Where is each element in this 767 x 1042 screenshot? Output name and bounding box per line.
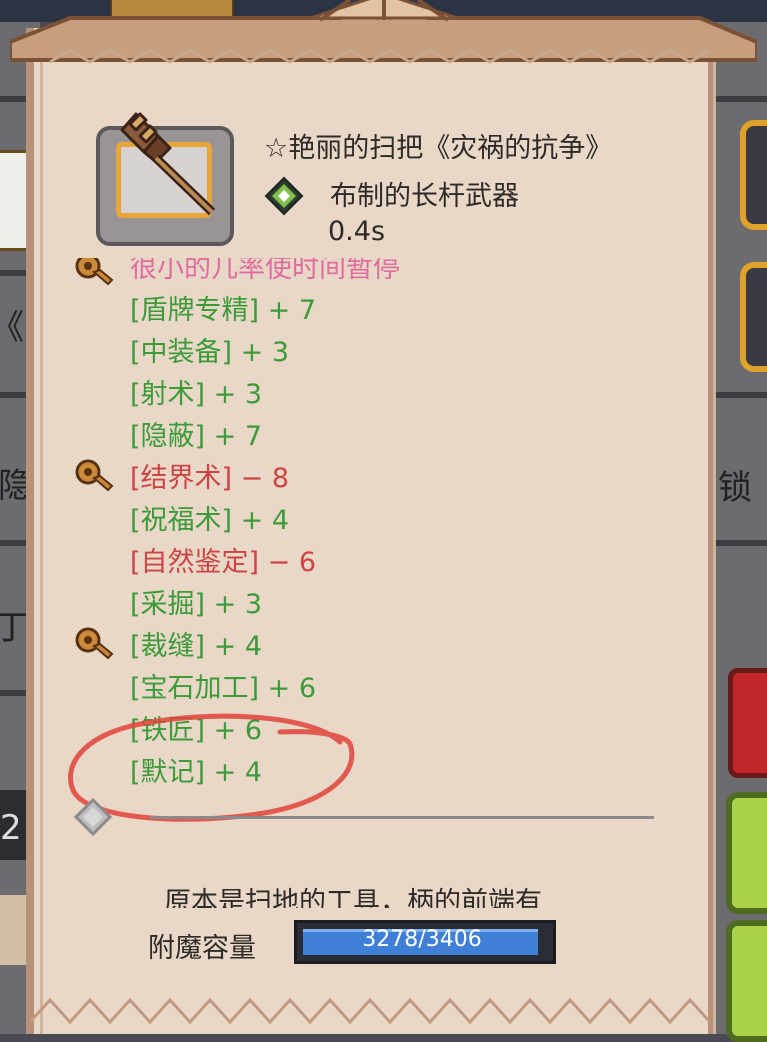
stat-effect-partial: 很小的几率使时间暂停 (130, 258, 400, 284)
item-type: 布制的长杆武器 (330, 181, 519, 212)
stat-line: [裁缝] + 4 (130, 631, 263, 662)
stats-list[interactable]: 很小的几率使时间暂停 [盾牌专精] + 7 [中装备] + 3 [射术] + 3 [隐… (60, 258, 700, 798)
divider-diamond-icon (74, 798, 112, 836)
background-glyph: 《 (0, 300, 24, 349)
background-gold-button (740, 120, 767, 230)
stat-line: [射术] + 3 (130, 379, 263, 410)
stat-line: [中装备] + 3 (130, 337, 290, 368)
stat-line: [宝石加工] + 6 (130, 673, 317, 704)
panel-bottom-ornament (30, 997, 710, 1025)
background-gold-button (740, 262, 767, 372)
item-description: 原本是扫地的工具，柄的前端有 (120, 876, 680, 908)
background-glyph: 丁 (0, 608, 28, 648)
enchant-capacity-label: 附魔容量 (148, 933, 256, 964)
background-divider (712, 96, 767, 102)
stat-line: [铁匠] + 6 (130, 715, 263, 746)
background-red-button (728, 668, 767, 778)
stat-line: [隐蔽] + 7 (130, 421, 263, 452)
background-green-button (726, 792, 767, 914)
background-glyph: 锁 (718, 468, 752, 508)
item-description-text: 原本是扫地的工具，柄的前端有 (164, 887, 542, 908)
stat-line: [采掘] + 3 (130, 589, 263, 620)
key-icon (75, 459, 114, 492)
background-green-button (726, 920, 767, 1042)
stat-line: [自然鉴定] − 6 (130, 547, 317, 578)
background-number: 2 (0, 808, 22, 848)
attack-speed: 0.4s (328, 216, 386, 247)
green-gem-icon (264, 176, 304, 216)
panel-roof-ornament (10, 0, 757, 64)
enchant-capacity-bar: 3278/3406 (294, 920, 556, 964)
item-title: ☆艳丽的扫把《灾祸的抗争》 (264, 133, 613, 164)
key-icon (75, 627, 114, 660)
background-divider (712, 392, 767, 398)
stat-line: [默记] + 4 (130, 757, 263, 788)
stat-line: [盾牌专精] + 7 (130, 295, 317, 326)
background-left-chip (0, 895, 28, 965)
stat-line: [祝福术] + 4 (130, 505, 290, 536)
key-icon (75, 258, 114, 286)
background-left-tab (0, 150, 29, 251)
background-divider (712, 540, 767, 546)
section-divider (150, 816, 654, 819)
enchant-capacity-value: 3278/3406 (362, 927, 482, 952)
broom-icon (120, 112, 216, 216)
stat-line: [结界术] − 8 (130, 463, 290, 494)
